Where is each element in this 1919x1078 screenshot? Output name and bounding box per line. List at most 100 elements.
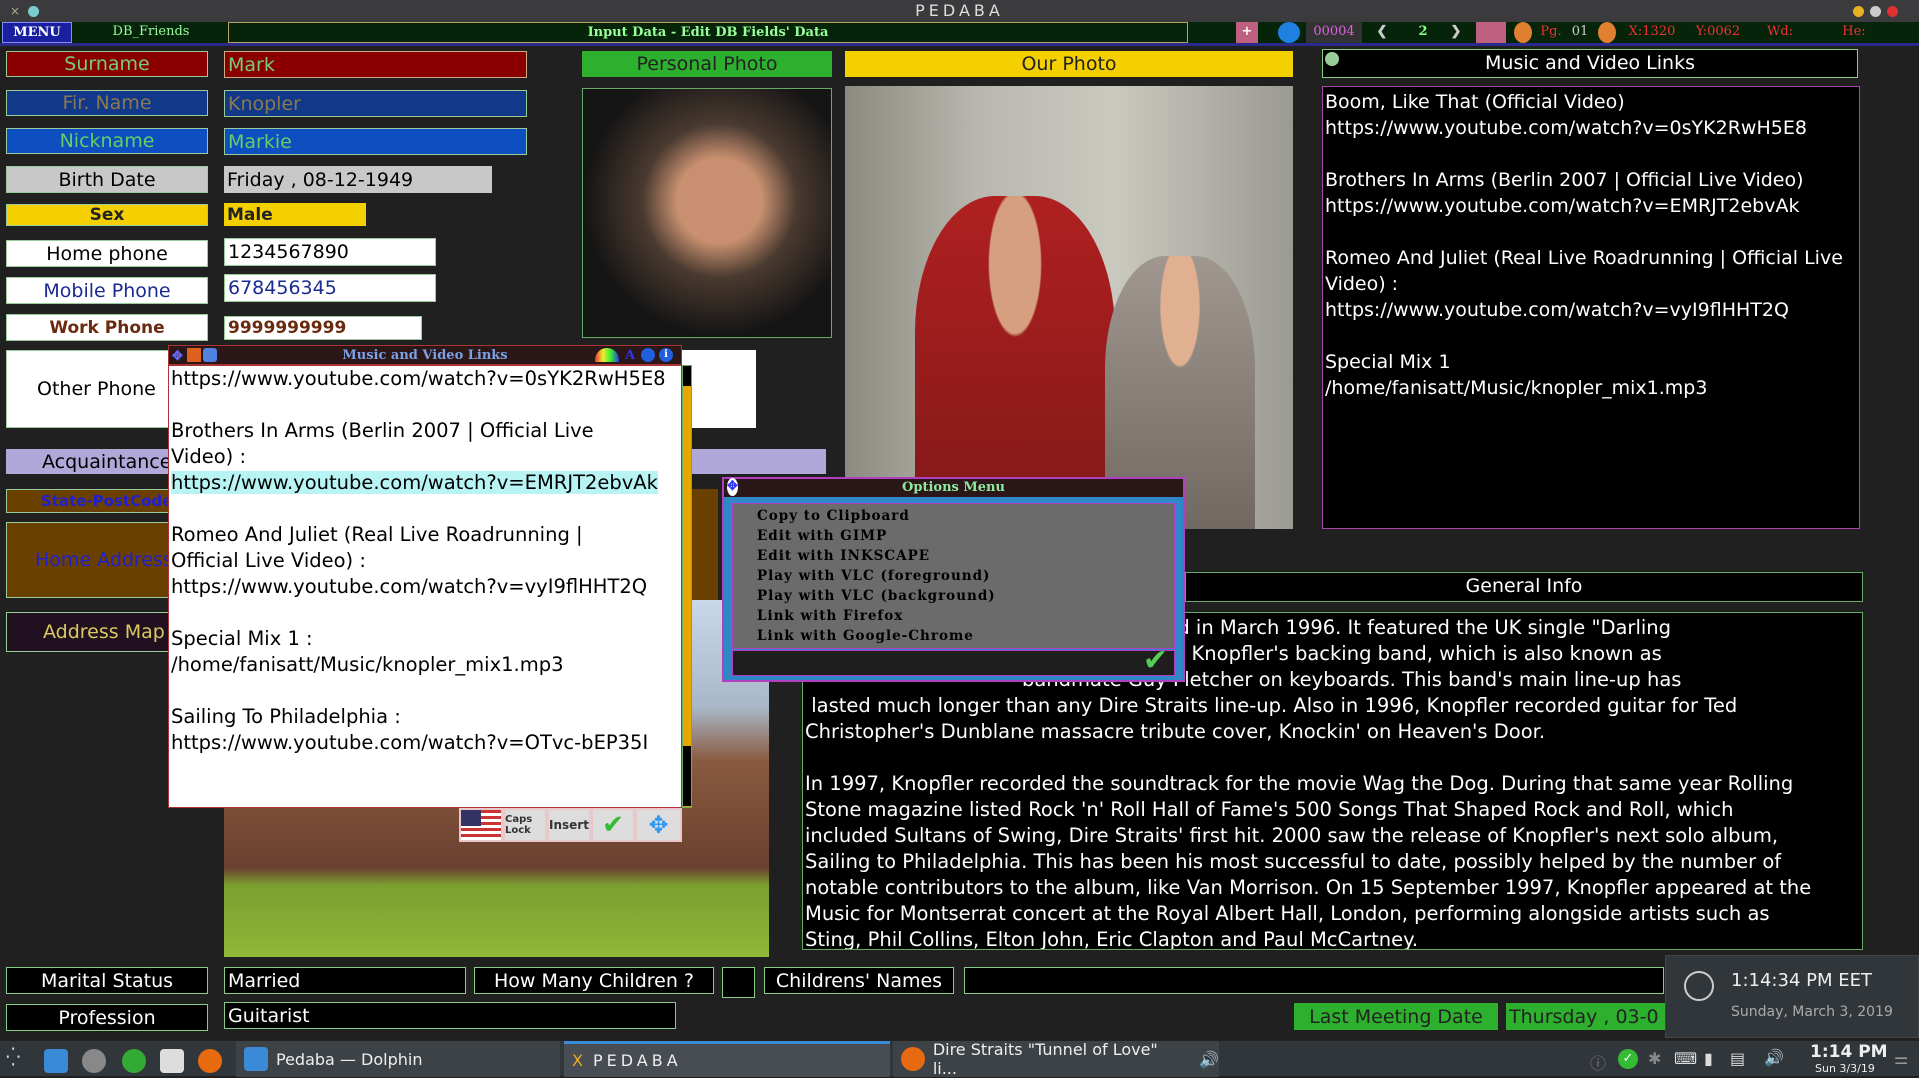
nickname-input[interactable]: Markie: [224, 128, 527, 155]
options-menu-title-bar[interactable]: ✥ Options Menu: [724, 478, 1183, 497]
dolphin-icon: [244, 1047, 268, 1071]
work-phone-input[interactable]: 9999999999: [224, 316, 422, 340]
prev-page-icon[interactable]: ❮: [1372, 22, 1392, 43]
insert-button[interactable]: Insert: [547, 808, 591, 842]
app-launcher-icon[interactable]: ⁛: [6, 1047, 20, 1068]
acquaintance-input[interactable]: [682, 449, 826, 474]
search-icon[interactable]: [641, 348, 655, 362]
option-vlc-background[interactable]: Play with VLC (background): [757, 586, 1174, 606]
sex-label: Sex: [6, 204, 208, 226]
window-close-button[interactable]: [1887, 6, 1898, 17]
popup-scrollbar[interactable]: [682, 365, 692, 808]
info-icon[interactable]: i: [659, 348, 673, 362]
sticky-icon[interactable]: [28, 6, 39, 17]
option-link-chrome[interactable]: Link with Google-Chrome: [757, 626, 1174, 646]
usb-device-icon[interactable]: ▮: [1704, 1049, 1713, 1068]
marital-status-input[interactable]: Married: [224, 967, 466, 994]
taskbar-clock-date[interactable]: Sun 3/3/19: [1815, 1062, 1875, 1075]
children-count-input[interactable]: [722, 967, 755, 998]
menu-button[interactable]: MENU: [2, 22, 72, 43]
mobile-phone-input[interactable]: 678456345: [224, 274, 436, 302]
font-icon[interactable]: A: [625, 346, 635, 365]
delete-record-icon[interactable]: [1476, 22, 1506, 43]
resize-icon[interactable]: [187, 348, 201, 362]
up-icon[interactable]: [1514, 22, 1532, 43]
sex-input[interactable]: Male: [224, 203, 366, 226]
firefox-icon[interactable]: [198, 1049, 222, 1073]
birth-date-input[interactable]: Friday , 08-12-1949: [224, 166, 492, 193]
ok-check-icon[interactable]: ✔: [1143, 643, 1168, 678]
next-page-icon[interactable]: ❯: [1446, 22, 1466, 43]
task-label: PEDABA: [592, 1051, 682, 1070]
download-icon[interactable]: [160, 1049, 184, 1073]
bluetooth-icon[interactable]: ✱: [1648, 1049, 1661, 1068]
surname-input[interactable]: Mark: [224, 51, 527, 78]
popup-title: Music and Video Links: [342, 348, 508, 363]
scrollbar-track-end: [683, 746, 691, 806]
pedaba-icon: X: [572, 1051, 583, 1070]
confirm-button[interactable]: ✔: [591, 808, 635, 842]
taskbar-clock-time[interactable]: 1:14 PM: [1810, 1042, 1888, 1062]
clock-time: 1:14:34 PM EET: [1731, 970, 1872, 991]
down-icon[interactable]: [1598, 22, 1616, 43]
keyboard-icon[interactable]: ⌨: [1674, 1049, 1697, 1068]
task-pedaba[interactable]: X PEDABA: [564, 1041, 890, 1077]
color-icon[interactable]: [595, 348, 619, 362]
pg-label: Pg.: [1540, 24, 1562, 39]
db-icon[interactable]: [1278, 22, 1300, 43]
profession-input[interactable]: Guitarist: [224, 1002, 676, 1029]
music-links-header: Music and Video Links: [1322, 49, 1858, 78]
personal-photo[interactable]: [582, 88, 832, 338]
music-links-title: Music and Video Links: [1485, 52, 1695, 74]
option-edit-inkscape[interactable]: Edit with INKSCAPE: [757, 546, 1174, 566]
move-button[interactable]: ✥: [635, 808, 682, 842]
profession-label: Profession: [6, 1004, 208, 1031]
close-icon[interactable]: ×: [10, 0, 20, 22]
language-flag-button[interactable]: [459, 808, 503, 842]
marital-status-label: Marital Status: [6, 967, 208, 994]
general-info-header: General Info: [1185, 572, 1863, 602]
pg-value: 01: [1571, 24, 1589, 39]
caps-lock-button[interactable]: Caps Lock: [503, 808, 547, 842]
settings-icon[interactable]: [82, 1049, 106, 1073]
move-icon[interactable]: ✥: [172, 347, 183, 366]
record-number: 00004: [1306, 22, 1362, 43]
popup-title-bar[interactable]: ✥ Music and Video Links A i: [169, 346, 681, 366]
our-photo[interactable]: [845, 86, 1293, 529]
music-links-box[interactable]: Boom, Like That (Official Video) https:/…: [1322, 86, 1860, 529]
last-meeting-input[interactable]: Thursday , 03-0: [1506, 1003, 1676, 1030]
clipboard-icon[interactable]: ▤: [1730, 1049, 1745, 1068]
other-phone-input[interactable]: [682, 350, 756, 428]
maximize-button[interactable]: [1870, 6, 1881, 17]
link-icon[interactable]: [1325, 52, 1339, 66]
panel-settings-icon[interactable]: ⚌: [1894, 1049, 1908, 1068]
task-dolphin[interactable]: Pedaba — Dolphin: [236, 1041, 560, 1077]
option-vlc-foreground[interactable]: Play with VLC (foreground): [757, 566, 1174, 586]
dolphin-icon[interactable]: [44, 1049, 68, 1073]
window-title-bar: × PEDABA: [0, 0, 1919, 22]
children-count-label: How Many Children ?: [474, 967, 714, 994]
audio-playing-icon: 🔊: [1199, 1049, 1219, 1069]
option-copy-clipboard[interactable]: Copy to Clipboard: [757, 506, 1174, 526]
children-names-label: Childrens' Names: [764, 967, 954, 994]
minimize-button[interactable]: [1853, 6, 1864, 17]
window-title: PEDABA: [915, 1, 1004, 20]
option-edit-gimp[interactable]: Edit with GIMP: [757, 526, 1174, 546]
children-names-input[interactable]: [964, 967, 1664, 994]
database-icon[interactable]: [203, 348, 217, 362]
option-link-firefox[interactable]: Link with Firefox: [757, 606, 1174, 626]
task-firefox[interactable]: Dire Straits "Tunnel of Love" li... 🔊: [893, 1040, 1219, 1078]
home-phone-input[interactable]: 1234567890: [224, 238, 436, 266]
move-icon[interactable]: ✥: [727, 478, 738, 496]
height-label: He:: [1842, 24, 1866, 39]
first-name-input[interactable]: Knopler: [224, 90, 527, 117]
xpdf-icon[interactable]: [122, 1049, 146, 1073]
mobile-phone-label: Mobile Phone: [6, 277, 208, 304]
notification-icon[interactable]: ⓘ: [1590, 1050, 1606, 1074]
scrollbar-thumb[interactable]: [683, 366, 691, 386]
selected-line[interactable]: https://www.youtube.com/watch?v=EMRJT2eb…: [171, 471, 658, 494]
update-check-icon[interactable]: ✓: [1618, 1049, 1638, 1069]
links-textarea[interactable]: https://www.youtube.com/watch?v=0sYK2RwH…: [169, 366, 681, 806]
add-record-icon[interactable]: +: [1236, 22, 1258, 43]
volume-icon[interactable]: 🔊: [1764, 1048, 1784, 1067]
